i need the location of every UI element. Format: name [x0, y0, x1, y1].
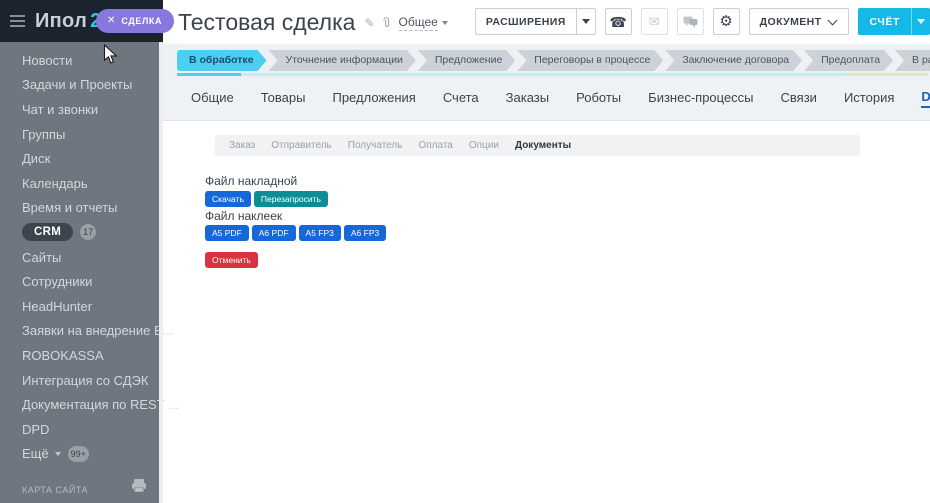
deal-stage-bar: В обработке Уточнение информации Предлож…	[163, 44, 930, 77]
header-toolbar: РАСШИРЕНИЯ ☎ ✉ ⚙ ДОКУМЕНТ СЧЁТ	[474, 8, 930, 35]
crm-counter-badge: 17	[80, 224, 97, 241]
chevron-down-icon	[54, 451, 61, 456]
sidebar-item-dpd[interactable]: DPD	[0, 417, 159, 442]
stage-progress-strip	[177, 73, 928, 76]
subtab-receiver[interactable]: Получатель	[348, 140, 403, 151]
scope-dropdown[interactable]: Общее	[398, 15, 438, 31]
tab-robots[interactable]: Роботы	[576, 90, 621, 107]
envelope-icon: ✉	[648, 14, 660, 29]
printer-icon[interactable]	[131, 479, 147, 498]
tab-history[interactable]: История	[844, 90, 894, 107]
deal-tab-label: СДЕЛКА	[121, 16, 163, 26]
sidebar-item-rest-docs[interactable]: Документация по REST ...	[0, 392, 179, 417]
stage-chip-in-processing[interactable]: В обработке	[177, 50, 267, 71]
download-button[interactable]: Скачать	[205, 191, 251, 207]
deal-tabs: Общие Товары Предложения Счета Заказы Ро…	[163, 77, 930, 121]
stage-chip-in-work[interactable]: В работе	[895, 50, 930, 71]
tab-products[interactable]: Товары	[261, 90, 306, 107]
email-button[interactable]: ✉	[640, 8, 668, 35]
tab-relations[interactable]: Связи	[781, 90, 817, 107]
extensions-caret-button[interactable]	[577, 9, 595, 34]
stage-chip-clarification[interactable]: Уточнение информации	[269, 50, 416, 71]
sidebar-item-headhunter[interactable]: HeadHunter	[0, 294, 159, 319]
sidebar-item-disk[interactable]: Диск	[0, 146, 159, 171]
sitemap-link[interactable]: КАРТА САЙТА	[22, 485, 88, 495]
tab-business-processes[interactable]: Бизнес-процессы	[648, 90, 753, 107]
sidebar-item-cdek[interactable]: Интеграция со СДЭК	[0, 368, 159, 393]
invoice-button[interactable]: СЧЁТ	[858, 8, 930, 35]
label-a6-fp3-button[interactable]: A6 FP3	[343, 225, 387, 241]
stage-chip-contract[interactable]: Заключение договора	[665, 50, 802, 71]
subtab-order[interactable]: Заказ	[229, 140, 255, 151]
label-a5-fp3-button[interactable]: A5 FP3	[298, 225, 341, 241]
logo-text: Ипол	[35, 9, 88, 32]
gear-icon: ⚙	[719, 13, 733, 30]
chat-button[interactable]	[676, 8, 704, 35]
sidebar-item-calendar[interactable]: Календарь	[0, 171, 159, 196]
subtab-payment[interactable]: Оплата	[418, 140, 452, 151]
sidebar-item-crm[interactable]: CRM 17	[0, 220, 159, 245]
chevron-down-icon[interactable]	[441, 20, 448, 25]
sidebar: Новости Задачи и Проекты Чат и звонки Гр…	[0, 42, 179, 503]
sidebar-item-sites[interactable]: Сайты	[0, 245, 159, 270]
main-header: Тестовая сделка ✎ Общее РАСШИРЕНИЯ ☎ ✉ ⚙…	[163, 0, 930, 44]
paperclip-icon[interactable]	[381, 16, 392, 29]
call-button[interactable]: ☎	[604, 8, 632, 35]
subtab-documents[interactable]: Документы	[515, 140, 571, 151]
sidebar-item-news[interactable]: Новости	[0, 48, 159, 73]
cancel-button[interactable]: Отменить	[205, 252, 258, 268]
invoice-label: СЧЁТ	[869, 15, 900, 28]
invoice-caret-button[interactable]	[912, 8, 930, 35]
tab-dpd[interactable]: DPD	[921, 89, 930, 108]
crm-pill: CRM	[22, 223, 74, 242]
sidebar-item-time-reports[interactable]: Время и отчеты	[0, 196, 159, 221]
sidebar-item-more[interactable]: Ещё 99+	[0, 442, 159, 467]
more-label: Ещё	[22, 446, 49, 462]
document-button[interactable]: ДОКУМЕНТ	[748, 8, 850, 35]
settings-button[interactable]: ⚙	[712, 8, 740, 35]
chat-bubbles-icon	[683, 16, 698, 28]
sidebar-item-robokassa[interactable]: ROBOKASSA	[0, 343, 159, 368]
sidebar-item-implementation-requests[interactable]: Заявки на внедрение Б...	[0, 319, 173, 344]
edit-pencil-icon[interactable]: ✎	[364, 16, 374, 30]
chevron-down-icon	[917, 19, 925, 24]
stage-chip-prepayment[interactable]: Предоплата	[804, 50, 893, 71]
more-counter-badge: 99+	[67, 445, 89, 462]
tab-orders[interactable]: Заказы	[506, 90, 549, 107]
tab-invoices[interactable]: Счета	[443, 90, 479, 107]
labels-file-label: Файл наклеек	[205, 209, 283, 223]
stage-chip-proposal[interactable]: Предложение	[418, 50, 515, 71]
document-label: ДОКУМЕНТ	[759, 15, 822, 28]
sidebar-item-groups[interactable]: Группы	[0, 122, 159, 147]
subtab-options[interactable]: Опции	[469, 140, 499, 151]
extensions-label: РАСШИРЕНИЯ	[485, 15, 566, 28]
subtab-sender[interactable]: Отправитель	[271, 140, 332, 151]
label-a5-pdf-button[interactable]: A5 PDF	[205, 225, 249, 241]
extensions-button[interactable]: РАСШИРЕНИЯ	[474, 8, 596, 35]
sidebar-item-employees[interactable]: Сотрудники	[0, 269, 159, 294]
dpd-subtabs: Заказ Отправитель Получатель Оплата Опци…	[215, 135, 860, 156]
deal-tab-pill[interactable]: ✕ СДЕЛКА	[96, 9, 175, 33]
tab-quotes[interactable]: Предложения	[332, 90, 415, 107]
phone-icon: ☎	[609, 13, 627, 30]
chevron-down-icon	[581, 19, 590, 24]
chevron-down-icon	[828, 15, 838, 25]
close-icon[interactable]: ✕	[107, 16, 115, 26]
stage-chip-negotiations[interactable]: Переговоры в процессе	[517, 50, 663, 71]
rerequest-button[interactable]: Перезапросить	[253, 191, 328, 207]
tab-general[interactable]: Общие	[191, 90, 234, 107]
menu-hamburger-icon[interactable]	[10, 15, 25, 27]
label-a6-pdf-button[interactable]: A6 PDF	[251, 225, 296, 241]
page-title: Тестовая сделка	[178, 9, 356, 35]
sidebar-item-tasks[interactable]: Задачи и Проекты	[0, 73, 159, 98]
invoice-file-label: Файл накладной	[205, 174, 298, 188]
sidebar-item-chat[interactable]: Чат и звонки	[0, 97, 159, 122]
